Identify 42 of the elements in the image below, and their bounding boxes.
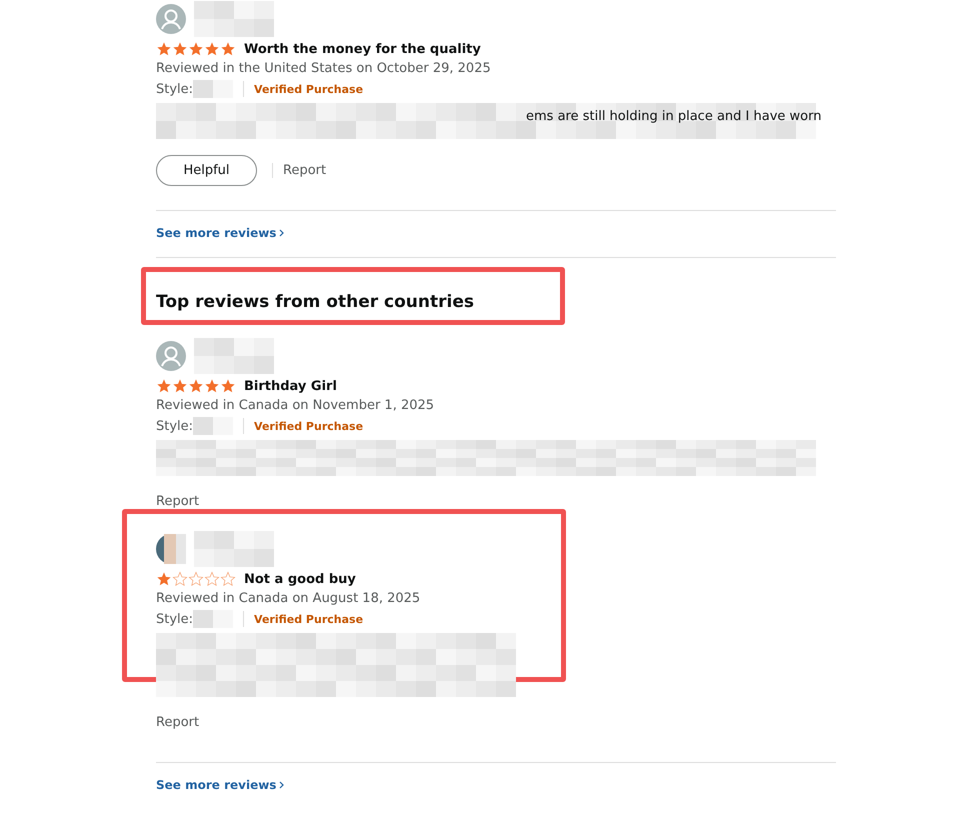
report-link[interactable]: Report	[156, 715, 200, 730]
star-icon	[156, 41, 172, 57]
see-more-reviews-link[interactable]: See more reviews	[156, 226, 284, 240]
review-date: Reviewed in the United States on October 29, 2025	[156, 60, 492, 78]
verified-purchase-label: Verified Purchase	[254, 420, 364, 432]
verified-purchase-label: Verified Purchase	[254, 612, 364, 626]
verified-purchase-label: Verified Purchase	[254, 82, 364, 96]
star-icon	[220, 41, 236, 57]
star-icon	[204, 378, 220, 394]
star-icon	[204, 41, 220, 57]
star-icon	[188, 378, 204, 394]
redacted-style-drawing	[193, 417, 234, 435]
redacted-style-drawing	[193, 80, 234, 98]
star-icon	[188, 571, 204, 587]
star-icon	[220, 571, 236, 587]
review-title: Not a good buy	[244, 572, 356, 586]
helpful-button[interactable]: Helpful	[156, 155, 257, 186]
review-date: Reviewed in Canada on August 18, 2025	[156, 590, 422, 608]
star-icon	[172, 571, 188, 587]
report-link[interactable]: Report	[156, 494, 200, 509]
star-icon	[156, 571, 172, 587]
review-date: Reviewed in Canada on November 1, 2025	[156, 397, 436, 415]
star-icon	[220, 378, 236, 394]
report-link[interactable]: Report	[272, 163, 326, 178]
avatar-icon	[156, 341, 186, 371]
star-icon	[172, 41, 188, 57]
chevron-right-icon	[279, 781, 284, 789]
style-label: Style:	[156, 418, 194, 434]
review-text: ems are still holding in place and I have worn	[526, 109, 822, 124]
star-icon	[188, 41, 204, 57]
section-heading: Top reviews from other countries	[156, 292, 475, 312]
chevron-right-icon	[279, 229, 284, 237]
redacted-style-drawing	[193, 610, 234, 628]
star-icon	[172, 378, 188, 394]
avatar-icon	[156, 4, 186, 34]
review-title: Worth the money for the quality	[244, 42, 481, 56]
see-more-reviews-link[interactable]: See more reviews	[156, 778, 284, 792]
review-title: Birthday Girl	[244, 378, 337, 394]
star-icon	[204, 571, 220, 587]
star-icon	[156, 378, 172, 394]
style-label: Style:	[156, 82, 194, 96]
style-label: Style:	[156, 612, 194, 626]
